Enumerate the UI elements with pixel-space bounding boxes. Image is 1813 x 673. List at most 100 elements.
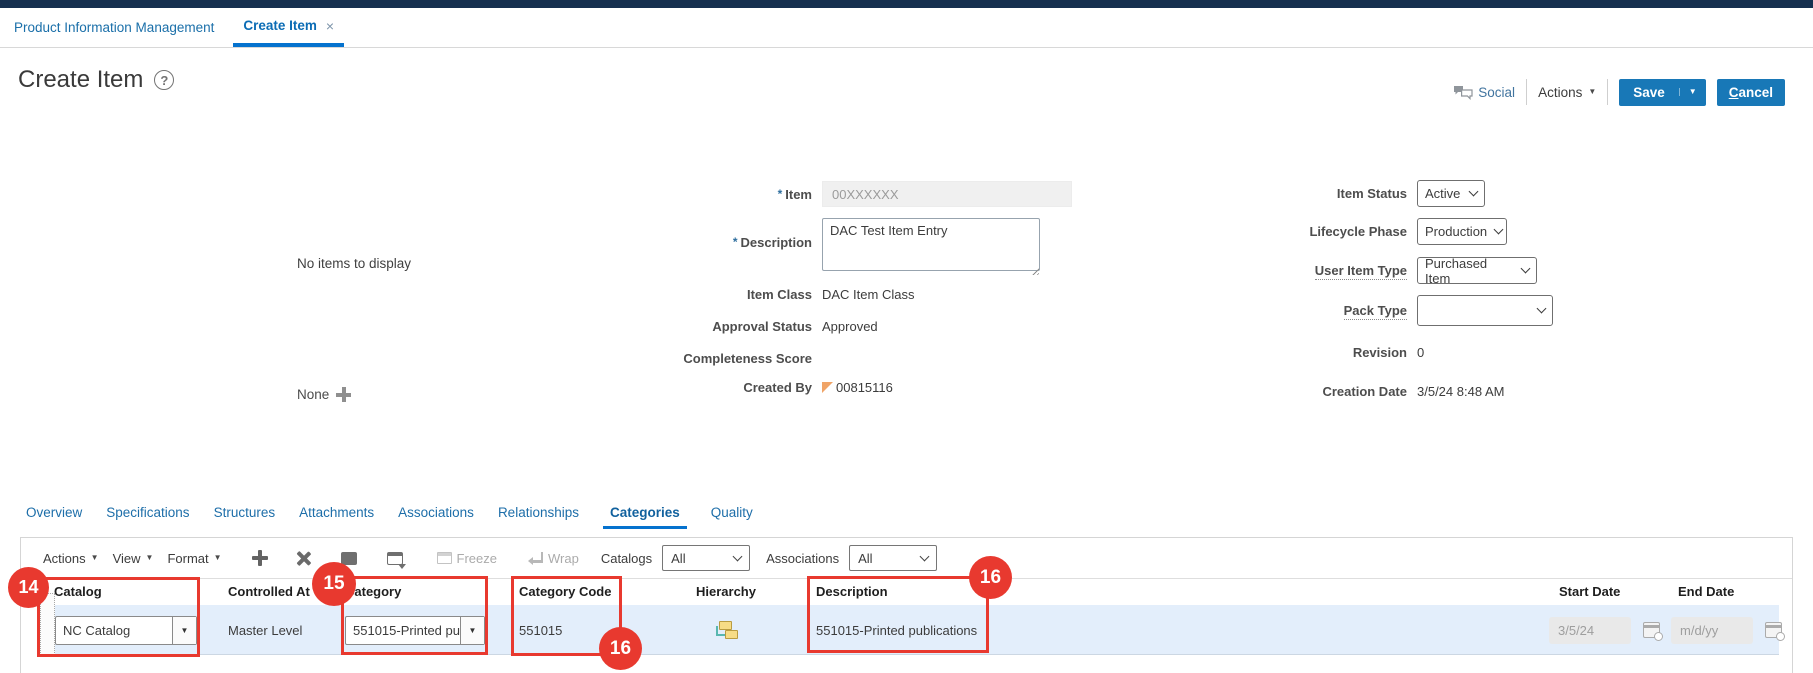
social-label: Social [1478, 85, 1515, 100]
category-combobox[interactable]: 551015-Printed publications ▼ [345, 616, 485, 645]
window-tab-bar: Product Information Management Create It… [0, 8, 1813, 48]
detach-table-icon[interactable] [387, 552, 403, 565]
catalog-combobox[interactable]: NC Catalog ▼ [55, 616, 197, 645]
tab-specifications[interactable]: Specifications [106, 505, 189, 529]
user-item-type-label: User Item Type [1117, 263, 1417, 278]
revision-label: Revision [1117, 345, 1417, 360]
item-input[interactable] [822, 181, 1072, 207]
page-title-text: Create Item [18, 66, 143, 94]
item-status-row: Item Status Active [1117, 180, 1485, 207]
chevron-down-icon [1494, 225, 1504, 235]
cancel-button[interactable]: Cancel [1717, 79, 1785, 106]
toolbar-view-menu[interactable]: View ▼ [113, 551, 154, 566]
add-attachment-icon[interactable] [336, 387, 351, 402]
chevron-down-icon: ▼ [91, 554, 99, 562]
catalogs-filter-select[interactable]: All [662, 545, 750, 571]
completeness-score-label: Completeness Score [572, 351, 822, 366]
created-by-label: Created By [572, 380, 822, 395]
tab-structures[interactable]: Structures [214, 505, 276, 529]
description-textarea[interactable]: DAC Test Item Entry [822, 218, 1040, 271]
associations-filter-label: Associations [766, 551, 839, 566]
annotation-step-14: 14 [8, 567, 49, 608]
cell-controlled-at: Master Level [228, 605, 302, 655]
description-textarea-wrap: DAC Test Item Entry [822, 218, 1040, 276]
chevron-down-icon: ▼ [1689, 88, 1697, 96]
start-date-input[interactable]: 3/5/24 [1549, 617, 1631, 644]
column-header-hierarchy[interactable]: Hierarchy [661, 579, 791, 605]
wrap-button[interactable]: Wrap [529, 551, 579, 566]
creation-date-row: Creation Date 3/5/24 8:48 AM [1117, 384, 1504, 399]
cell-hierarchy [661, 605, 791, 655]
cancel-label-rest: ancel [1738, 85, 1773, 100]
top-navy-bar [0, 0, 1813, 8]
pack-type-label: Pack Type [1117, 303, 1417, 318]
help-icon[interactable]: ? [154, 70, 174, 90]
close-icon[interactable]: × [326, 18, 334, 34]
tab-label: Product Information Management [14, 20, 214, 35]
item-status-value: Active [1425, 186, 1460, 201]
table-toolbar: Actions ▼ View ▼ Format ▼ Freeze Wrap [21, 538, 1792, 578]
column-header-start-date[interactable]: Start Date [1559, 579, 1649, 605]
table-icon[interactable] [341, 552, 357, 565]
created-by-value: 00815116 [836, 380, 893, 395]
user-item-type-select[interactable]: Purchased Item [1417, 257, 1537, 284]
dropdown-button[interactable]: ▼ [172, 617, 196, 644]
item-status-label: Item Status [1117, 186, 1417, 201]
chevron-down-icon [1521, 264, 1531, 274]
actions-label: Actions [1538, 85, 1582, 100]
lifecycle-phase-select[interactable]: Production [1417, 218, 1507, 245]
tab-associations[interactable]: Associations [398, 505, 474, 529]
attachments-none-row: None [297, 387, 351, 402]
lifecycle-phase-value: Production [1425, 224, 1487, 239]
chevron-down-icon [1537, 304, 1547, 314]
save-menu-button[interactable]: ▼ [1679, 88, 1706, 96]
hierarchy-icon[interactable] [714, 621, 738, 640]
tab-product-information-management[interactable]: Product Information Management [9, 8, 219, 47]
save-split-button: Save ▼ [1619, 79, 1705, 106]
column-header-category-code[interactable]: Category Code [519, 579, 639, 605]
pack-type-select[interactable] [1417, 295, 1553, 326]
calendar-icon[interactable] [1765, 622, 1782, 638]
required-icon: * [778, 187, 783, 201]
add-row-icon[interactable] [252, 550, 268, 566]
toolbar-format-menu[interactable]: Format ▼ [167, 551, 221, 566]
tab-attachments[interactable]: Attachments [299, 505, 374, 529]
chevron-down-icon [1469, 187, 1479, 197]
delete-row-icon[interactable] [296, 551, 311, 566]
catalogs-filter-label: Catalogs [601, 551, 652, 566]
cell-end-date: m/d/yy [1671, 605, 1782, 655]
cell-category: 551015-Printed publications ▼ [345, 605, 485, 655]
revision-row: Revision 0 [1117, 345, 1424, 360]
calendar-icon[interactable] [1643, 622, 1660, 638]
user-item-type-value: Purchased Item [1425, 256, 1514, 286]
freeze-button[interactable]: Freeze [437, 551, 497, 566]
item-status-select[interactable]: Active [1417, 180, 1485, 207]
chevron-down-icon [733, 551, 743, 561]
column-header-description[interactable]: Description [816, 579, 1066, 605]
category-code-value: 551015 [519, 623, 562, 638]
dropdown-button[interactable]: ▼ [460, 617, 484, 644]
save-button[interactable]: Save [1619, 85, 1679, 100]
column-header-catalog[interactable]: Catalog [54, 579, 214, 605]
tab-relationships[interactable]: Relationships [498, 505, 579, 529]
annotation-step-15: 15 [312, 562, 356, 606]
attachments-none-label: None [297, 387, 329, 402]
pack-type-row: Pack Type [1117, 295, 1553, 326]
lifecycle-phase-row: Lifecycle Phase Production [1117, 218, 1507, 245]
social-button[interactable]: Social [1453, 85, 1515, 100]
header-actions: Social Actions ▼ Save ▼ Cancel [1453, 78, 1785, 106]
created-by-row: Created By 00815116 [572, 380, 893, 395]
end-date-input[interactable]: m/d/yy [1671, 617, 1753, 644]
associations-filter-select[interactable]: All [849, 545, 937, 571]
tab-create-item[interactable]: Create Item × [233, 8, 344, 47]
toolbar-actions-menu[interactable]: Actions ▼ [43, 551, 99, 566]
chevron-down-icon: ▼ [214, 554, 222, 562]
tab-quality[interactable]: Quality [711, 505, 753, 529]
item-class-label: Item Class [572, 287, 822, 302]
tab-overview[interactable]: Overview [26, 505, 82, 529]
required-icon: * [733, 235, 738, 249]
column-header-category[interactable]: Category [345, 579, 495, 605]
column-header-end-date[interactable]: End Date [1678, 579, 1768, 605]
tab-categories[interactable]: Categories [603, 505, 687, 529]
actions-menu-button[interactable]: Actions ▼ [1538, 85, 1596, 100]
